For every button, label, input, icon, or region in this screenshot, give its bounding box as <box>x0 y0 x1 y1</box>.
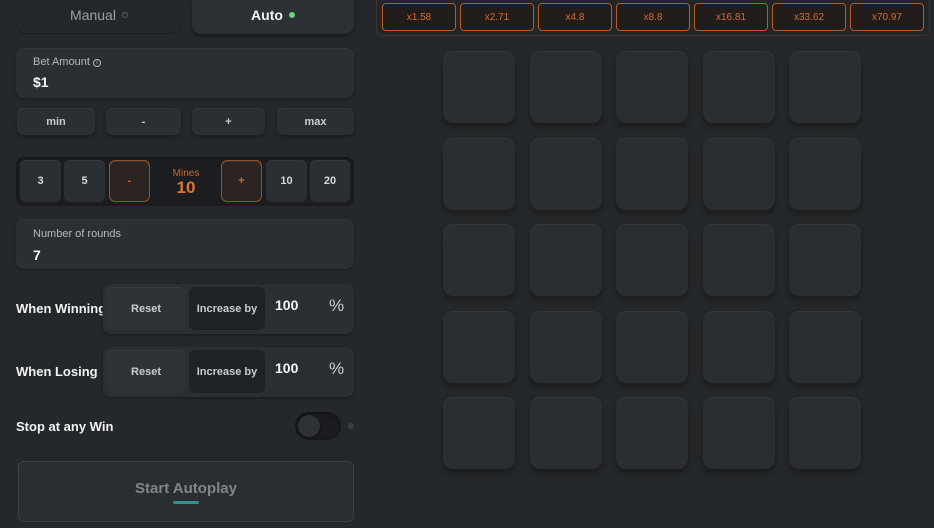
decrease-bet-button[interactable]: - <box>106 108 181 135</box>
when-winning-control: Reset Increase by 100 % <box>103 284 354 334</box>
tab-manual[interactable]: Manual <box>16 0 182 34</box>
mine-tile[interactable] <box>703 138 775 210</box>
mine-tile[interactable] <box>616 138 688 210</box>
mines-selector: 3 5 - Mines 10 + 10 20 <box>16 157 354 206</box>
multiplier-badge: x2.71 <box>460 3 534 31</box>
tab-auto[interactable]: Auto <box>192 0 354 34</box>
mine-tile[interactable] <box>789 311 861 383</box>
max-bet-button[interactable]: max <box>277 108 354 135</box>
mines-decrement-button[interactable]: - <box>109 160 150 202</box>
multiplier-badge: x1.58 <box>382 3 456 31</box>
loss-percent-symbol: % <box>329 359 345 378</box>
loss-increase-input[interactable]: 100 <box>275 360 315 376</box>
when-losing-control: Reset Increase by 100 % <box>103 347 354 397</box>
start-button-underline <box>173 501 199 504</box>
stop-at-win-toggle[interactable] <box>295 412 341 440</box>
mines-preset-10[interactable]: 10 <box>266 160 307 202</box>
start-autoplay-button[interactable]: Start Autoplay <box>18 461 354 522</box>
toggle-status-dot-icon <box>348 423 354 429</box>
when-winning-label: When Winning <box>16 301 107 316</box>
loss-increase-by-button[interactable]: Increase by <box>189 350 265 393</box>
mine-tile[interactable] <box>443 397 515 469</box>
win-increase-input[interactable]: 100 <box>275 297 315 313</box>
multiplier-strip: x1.58 x2.71 x4.8 x8.8 x16.81 x33.62 x70.… <box>376 0 930 36</box>
mine-tile[interactable] <box>443 224 515 296</box>
win-percent-symbol: % <box>329 296 345 315</box>
mine-tile[interactable] <box>443 51 515 123</box>
multiplier-badge: x8.8 <box>616 3 690 31</box>
mine-tile[interactable] <box>703 224 775 296</box>
mine-tile[interactable] <box>530 397 602 469</box>
mine-tile[interactable] <box>530 138 602 210</box>
mines-preset-3[interactable]: 3 <box>20 160 61 202</box>
multiplier-badge: x4.8 <box>538 3 612 31</box>
tab-manual-label: Manual <box>70 7 116 23</box>
win-increase-by-button[interactable]: Increase by <box>189 287 265 330</box>
bet-amount-label-row: Bet Amount i <box>33 56 101 68</box>
mine-tile[interactable] <box>530 224 602 296</box>
multiplier-badge: x70.97 <box>850 3 924 31</box>
bet-amount-value[interactable]: $1 <box>33 74 49 90</box>
tab-auto-label: Auto <box>251 7 283 23</box>
info-icon[interactable]: i <box>92 59 101 67</box>
stop-at-win-label: Stop at any Win <box>16 419 114 434</box>
multiplier-badge: x33.62 <box>772 3 846 31</box>
increase-bet-button[interactable]: + <box>192 108 265 135</box>
mine-tile[interactable] <box>616 397 688 469</box>
mine-tile[interactable] <box>703 51 775 123</box>
inactive-dot-icon <box>121 12 128 18</box>
mines-preset-20[interactable]: 20 <box>310 160 350 202</box>
start-autoplay-label: Start Autoplay <box>135 480 237 497</box>
toggle-knob <box>298 415 320 437</box>
mine-tile[interactable] <box>703 311 775 383</box>
bet-amount-label: Bet Amount <box>33 56 90 68</box>
bet-amount-field[interactable]: Bet Amount i $1 <box>16 48 354 98</box>
rounds-value[interactable]: 7 <box>33 247 41 263</box>
mine-tile[interactable] <box>789 397 861 469</box>
mines-increment-button[interactable]: + <box>221 160 262 202</box>
mine-tile[interactable] <box>703 397 775 469</box>
mine-tile[interactable] <box>530 311 602 383</box>
mines-preset-5[interactable]: 5 <box>64 160 105 202</box>
win-reset-button[interactable]: Reset <box>107 287 185 330</box>
active-dot-icon <box>288 12 295 18</box>
mines-display: Mines 10 <box>152 160 220 202</box>
mines-value: 10 <box>176 178 196 197</box>
multiplier-badge: x16.81 <box>694 3 768 31</box>
mine-tile[interactable] <box>443 138 515 210</box>
mine-tile[interactable] <box>789 224 861 296</box>
loss-reset-button[interactable]: Reset <box>107 350 185 393</box>
rounds-label: Number of rounds <box>33 228 122 240</box>
mine-tile[interactable] <box>616 311 688 383</box>
mine-tile[interactable] <box>789 138 861 210</box>
mine-tile[interactable] <box>616 51 688 123</box>
when-losing-label: When Losing <box>16 364 98 379</box>
mine-tile[interactable] <box>530 51 602 123</box>
min-bet-button[interactable]: min <box>17 108 95 135</box>
mine-tile[interactable] <box>616 224 688 296</box>
mine-tile[interactable] <box>789 51 861 123</box>
mine-tile[interactable] <box>443 311 515 383</box>
rounds-field[interactable]: Number of rounds 7 <box>16 219 354 269</box>
